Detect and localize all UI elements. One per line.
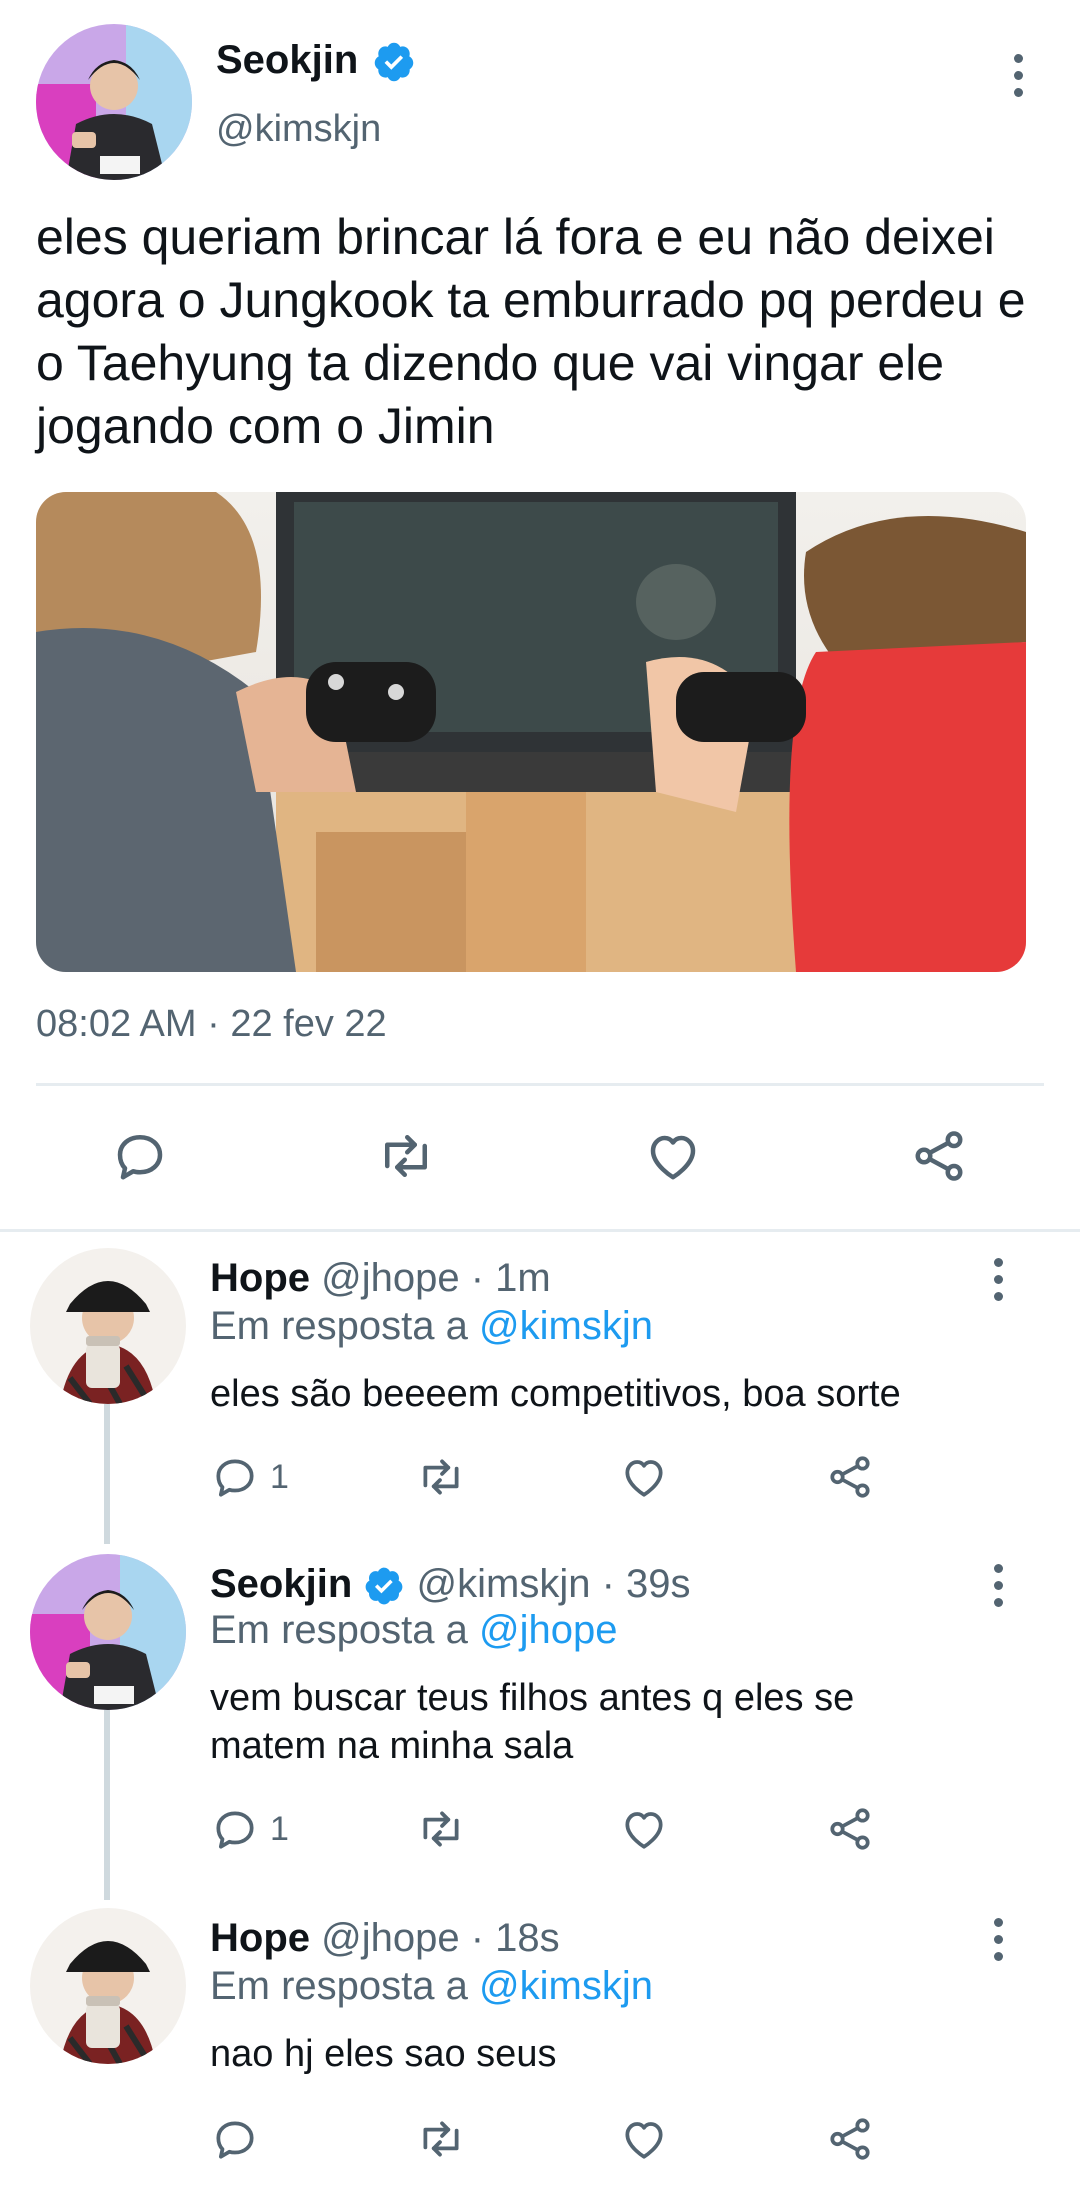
tweet-media-image[interactable]	[36, 492, 1026, 972]
replying-to: Em resposta a @jhope	[210, 1608, 618, 1653]
retweet-icon	[423, 1811, 459, 1847]
reply-icon	[216, 1811, 254, 1849]
verified-badge-icon	[363, 1564, 405, 1609]
author-handle[interactable]: @jhope	[321, 1916, 459, 1960]
replying-label: Em resposta a	[210, 1304, 468, 1348]
like-icon	[625, 1460, 663, 1497]
replying-label: Em resposta a	[210, 1608, 468, 1652]
author-name[interactable]: Hope	[210, 1916, 310, 1960]
replying-to-link[interactable]: @kimskjn	[479, 1964, 653, 2008]
like-button[interactable]	[618, 1804, 670, 1854]
retweet-button[interactable]	[374, 1126, 438, 1186]
avatar[interactable]	[30, 1908, 186, 2064]
reply-button[interactable]: 1	[210, 1452, 289, 1502]
reply-header: Seokjin @kimskjn · 39s	[210, 1562, 691, 1609]
more-options-icon[interactable]	[988, 1918, 1008, 1962]
divider	[36, 1083, 1044, 1086]
reply-tweet[interactable]: Hope @jhope · 1m Em resposta a @kimskjn …	[0, 1248, 1080, 1548]
replying-to-link[interactable]: @jhope	[479, 1608, 617, 1652]
reply-tweet[interactable]: Seokjin @kimskjn · 39s Em resposta a @jh…	[0, 1554, 1080, 1894]
reply-icon	[216, 1459, 254, 1497]
more-options-icon[interactable]	[988, 1258, 1008, 1302]
reply-header: Hope @jhope · 1m	[210, 1256, 551, 1301]
like-button[interactable]	[618, 2114, 670, 2164]
like-icon	[650, 1135, 696, 1180]
retweet-button[interactable]	[414, 2114, 468, 2164]
retweet-button[interactable]	[414, 1452, 468, 1502]
replying-to: Em resposta a @kimskjn	[210, 1304, 653, 1349]
share-icon	[830, 2118, 870, 2160]
replying-to-link[interactable]: @kimskjn	[479, 1304, 653, 1348]
replying-to: Em resposta a @kimskjn	[210, 1964, 653, 2009]
like-icon	[625, 1812, 663, 1849]
share-icon	[830, 1456, 870, 1498]
reply-button[interactable]: 1	[210, 1804, 289, 1854]
reply-text: eles são beeeem competitivos, boa sorte	[210, 1373, 901, 1415]
author-handle[interactable]: @kimskjn	[216, 108, 381, 151]
share-button[interactable]	[908, 1126, 970, 1186]
share-button[interactable]	[824, 1452, 876, 1502]
reply-time: · 39s	[601, 1562, 691, 1606]
more-options-icon[interactable]	[1008, 54, 1028, 98]
more-options-icon[interactable]	[988, 1564, 1008, 1608]
reply-time: · 18s	[470, 1916, 560, 1960]
reply-text: nao hj eles sao seus	[210, 2033, 557, 2075]
author-name[interactable]: Seokjin	[210, 1562, 352, 1606]
share-button[interactable]	[824, 1804, 876, 1854]
reply-tweet[interactable]: Hope @jhope · 18s Em resposta a @kimskjn…	[0, 1908, 1080, 2192]
author-name[interactable]: Hope	[210, 1256, 310, 1300]
share-icon	[915, 1131, 963, 1181]
author-name[interactable]: Seokjin	[216, 38, 358, 83]
avatar[interactable]	[30, 1554, 186, 1710]
main-tweet: Seokjin @kimskjn eles queriam brincar lá…	[0, 0, 1080, 1232]
reply-button[interactable]	[110, 1126, 170, 1186]
avatar[interactable]	[36, 24, 192, 180]
avatar[interactable]	[30, 1248, 186, 1404]
verified-badge-icon	[372, 40, 416, 84]
tweet-text: eles queriam brincar lá fora e eu não de…	[36, 209, 1026, 454]
like-button[interactable]	[618, 1452, 670, 1502]
reply-text: vem buscar teus filhos antes q eles se m…	[210, 1677, 855, 1767]
retweet-button[interactable]	[414, 1804, 468, 1854]
retweet-icon	[385, 1135, 427, 1177]
like-button[interactable]	[642, 1126, 704, 1186]
reply-count: 1	[270, 1457, 289, 1496]
author-handle[interactable]: @kimskjn	[417, 1562, 591, 1606]
like-icon	[625, 2122, 663, 2159]
replying-label: Em resposta a	[210, 1964, 468, 2008]
retweet-icon	[423, 2121, 459, 2157]
reply-icon	[117, 1135, 163, 1180]
retweet-icon	[423, 1459, 459, 1495]
reply-count: 1	[270, 1809, 289, 1848]
reply-button[interactable]	[210, 2114, 260, 2164]
author-handle[interactable]: @jhope	[321, 1256, 459, 1300]
reply-icon	[216, 2121, 254, 2159]
reply-time: · 1m	[470, 1256, 551, 1300]
share-button[interactable]	[824, 2114, 876, 2164]
tweet-timestamp[interactable]: 08:02 AM · 22 fev 22	[36, 1003, 387, 1046]
divider	[0, 1229, 1080, 1232]
reply-header: Hope @jhope · 18s	[210, 1916, 560, 1961]
share-icon	[830, 1808, 870, 1850]
